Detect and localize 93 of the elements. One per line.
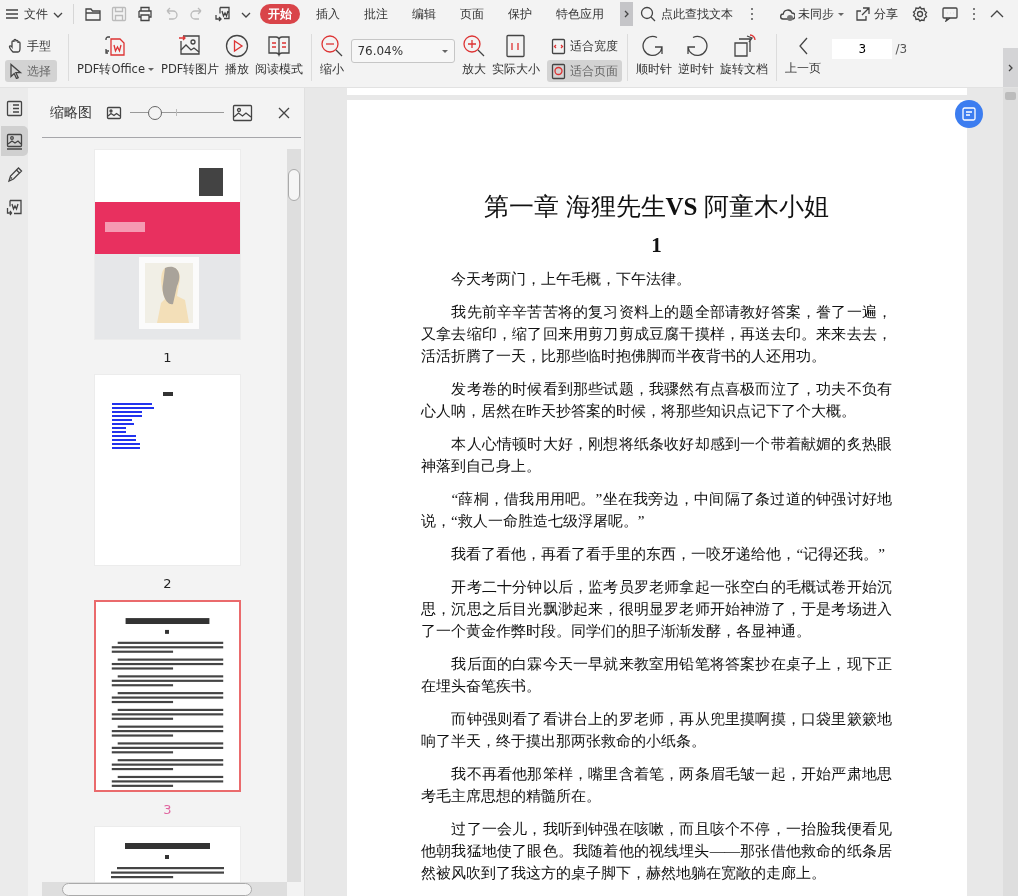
scrollbar[interactable] xyxy=(1003,88,1018,896)
toolbar-button[interactable]: 播放 xyxy=(222,30,253,87)
menu-tab[interactable]: 特色应用 xyxy=(548,4,612,24)
paragraph: 过了一会儿，我听到钟强在咳嗽，而且咳个不停，一抬脸我便看见他朝我猛地使了眼色。我随着他的视线埋头——那张借他救命的纸条居然被风吹到了我这方的桌子脚下，赫然地躺在宽敞的走廊上。 xyxy=(421,819,892,883)
zoom-in-button[interactable]: 放大 xyxy=(459,30,490,87)
page-number: 2 xyxy=(163,576,172,591)
paragraph: 发考卷的时候看到那些试题，我骤然有点喜极而泣了，功夫不负有心人呐，居然在昨天抄答案的时候，将那些知识点记下了个大概。 xyxy=(421,379,892,421)
file-menu[interactable]: 文件 xyxy=(5,2,67,26)
size-slider[interactable] xyxy=(130,105,224,120)
paragraph: 而钟强则看了看讲台上的罗老师，再从兜里摸啊摸，口袋里簌簌地响了半天，终于摸出那两张救命的小纸条。 xyxy=(421,709,892,751)
document-icon xyxy=(104,34,128,58)
cloud-icon xyxy=(779,6,795,22)
rotate-counterclockwise-icon xyxy=(684,34,709,58)
slider-thumb[interactable] xyxy=(148,105,163,120)
toolbar-button[interactable]: 顺时针 xyxy=(633,30,676,87)
page-number: 3 xyxy=(163,802,172,817)
menu-tab[interactable]: 保护 xyxy=(500,4,540,24)
paragraph: “薛桐，借我用用吧。”坐在我旁边，中间隔了条过道的钟强讨好地说，“救人一命胜造七级浮屠呢。” xyxy=(421,489,892,531)
paragraph: 今天考两门，上午毛概，下午法律。 xyxy=(450,269,693,289)
fit-page-icon xyxy=(551,62,567,80)
toolbar-button[interactable]: 逆时针 xyxy=(675,30,718,87)
document-arrow-icon xyxy=(5,198,23,216)
section-number: 1 xyxy=(650,232,663,258)
paragraph: 我先前辛辛苦苦将的复习资料上的题全部请教好答案，誊了一遍，又拿去缩印，缩了回来用剪刀剪成豆腐干摸样，再送去印。来来去去，活活折腾了一天，比那些临时抱佛脚而半夜背书的人还用功。 xyxy=(421,302,892,366)
fit-button[interactable]: 适合宽度 xyxy=(547,35,623,57)
share-button[interactable]: 分享 xyxy=(852,3,901,25)
hand-icon xyxy=(8,38,24,54)
toolbar-button[interactable]: 阅读模式 xyxy=(252,30,307,87)
book-icon xyxy=(267,34,292,58)
caret-icon[interactable] xyxy=(441,49,450,54)
close-icon[interactable] xyxy=(277,105,291,120)
document-arrow-icon[interactable] xyxy=(215,6,231,22)
page-total: /3 xyxy=(895,42,908,56)
paragraph: 我不再看他那笨样，嘴里含着笔，两条眉毛皱一起，开始严肃地思考毛主席思想的精髓所在。 xyxy=(421,764,892,806)
paragraph: 开考二十分钟以后，监考员罗老师拿起一张空白的毛概试卷开始沉思，沉思之后目光飘渺起来，很明显罗老师开始神游了，于是考场进入了一个黄金作弊时段。同学们的胆子渐渐发酵，各显神通。 xyxy=(421,577,892,641)
paragraph: 我后面的白霖今天一早就来教室用铅笔将答案抄在桌子上，现下正在埋头奋笔疾书。 xyxy=(421,654,892,696)
list-icon xyxy=(5,99,23,117)
zoom-in-icon xyxy=(462,34,487,58)
search-field[interactable]: 点此查找文本 xyxy=(661,7,743,21)
image-icon xyxy=(178,34,203,58)
menu-tab[interactable]: 插入 xyxy=(308,4,348,24)
page-number: 1 xyxy=(163,350,172,365)
menu-tab[interactable]: 页面 xyxy=(452,4,492,24)
previous-page-button[interactable]: 上一页 xyxy=(782,30,825,87)
more-icon[interactable] xyxy=(972,7,976,21)
scrollbar[interactable] xyxy=(287,149,301,882)
toolbar-button[interactable]: 旋转文档 xyxy=(717,30,772,87)
share-icon xyxy=(855,6,871,22)
menu-tab[interactable]: 批注 xyxy=(356,4,396,24)
caret-icon[interactable] xyxy=(241,10,251,18)
caret-icon xyxy=(837,11,845,17)
thumbnail-icon xyxy=(5,132,23,150)
mode-button[interactable]: 手型 xyxy=(5,35,57,57)
menu-icon xyxy=(5,8,19,20)
zoom-field[interactable]: 76.04% xyxy=(351,39,456,63)
chevron-left-icon xyxy=(797,37,809,55)
zoom-out-button[interactable]: 缩小 xyxy=(317,30,348,87)
page-number-field[interactable]: 3 xyxy=(832,39,893,59)
fit-width-icon xyxy=(551,37,567,55)
sidebar-tab[interactable] xyxy=(0,126,28,156)
menu-tab[interactable]: 编辑 xyxy=(404,4,444,24)
collapse-icon[interactable] xyxy=(990,10,1004,18)
page-thumbnail[interactable] xyxy=(94,600,241,792)
rotate-pages-icon xyxy=(732,34,757,58)
toolbar-button[interactable]: PDF转图片 xyxy=(158,30,223,87)
document-icon xyxy=(960,105,978,123)
toolbar-button[interactable]: 实际大小 xyxy=(489,30,544,87)
small-image-icon xyxy=(106,105,122,120)
play-icon xyxy=(225,34,250,58)
cursor-icon xyxy=(8,63,24,79)
comment-icon[interactable] xyxy=(942,6,958,22)
settings-icon[interactable] xyxy=(912,6,928,22)
panel-title: 缩略图 xyxy=(50,103,92,122)
print-icon[interactable] xyxy=(137,6,153,22)
chevron-down-icon xyxy=(53,10,63,18)
search-icon xyxy=(640,6,656,22)
paragraph: 我看了看他，再看了看手里的东西，一咬牙递给他，“记得还我。” xyxy=(450,544,886,564)
sync-button[interactable]: 未同步 xyxy=(776,3,848,25)
pen-icon xyxy=(5,165,23,183)
zoom-out-icon xyxy=(320,34,345,58)
more-icon[interactable] xyxy=(750,7,754,21)
scrollbar[interactable] xyxy=(42,882,287,896)
chevron-right-icon xyxy=(1007,62,1014,73)
mode-button[interactable]: 选择 xyxy=(5,60,57,82)
chevron-right-icon xyxy=(623,9,630,19)
fit-button[interactable]: 适合页面 xyxy=(547,60,623,82)
floating-button[interactable] xyxy=(955,100,983,128)
folder-icon[interactable] xyxy=(85,6,101,22)
chapter-title: 第一章 海狸先生VS 阿童木小姐 xyxy=(483,192,830,222)
paragraph: 本人心情顿时大好，刚想将纸条收好却感到一个带着献媚的炙热眼神落到自己身上。 xyxy=(421,434,892,476)
menu-tab[interactable]: 开始 xyxy=(260,4,300,24)
toolbar-button[interactable]: PDF转Office xyxy=(74,30,158,87)
large-image-icon xyxy=(232,103,253,122)
